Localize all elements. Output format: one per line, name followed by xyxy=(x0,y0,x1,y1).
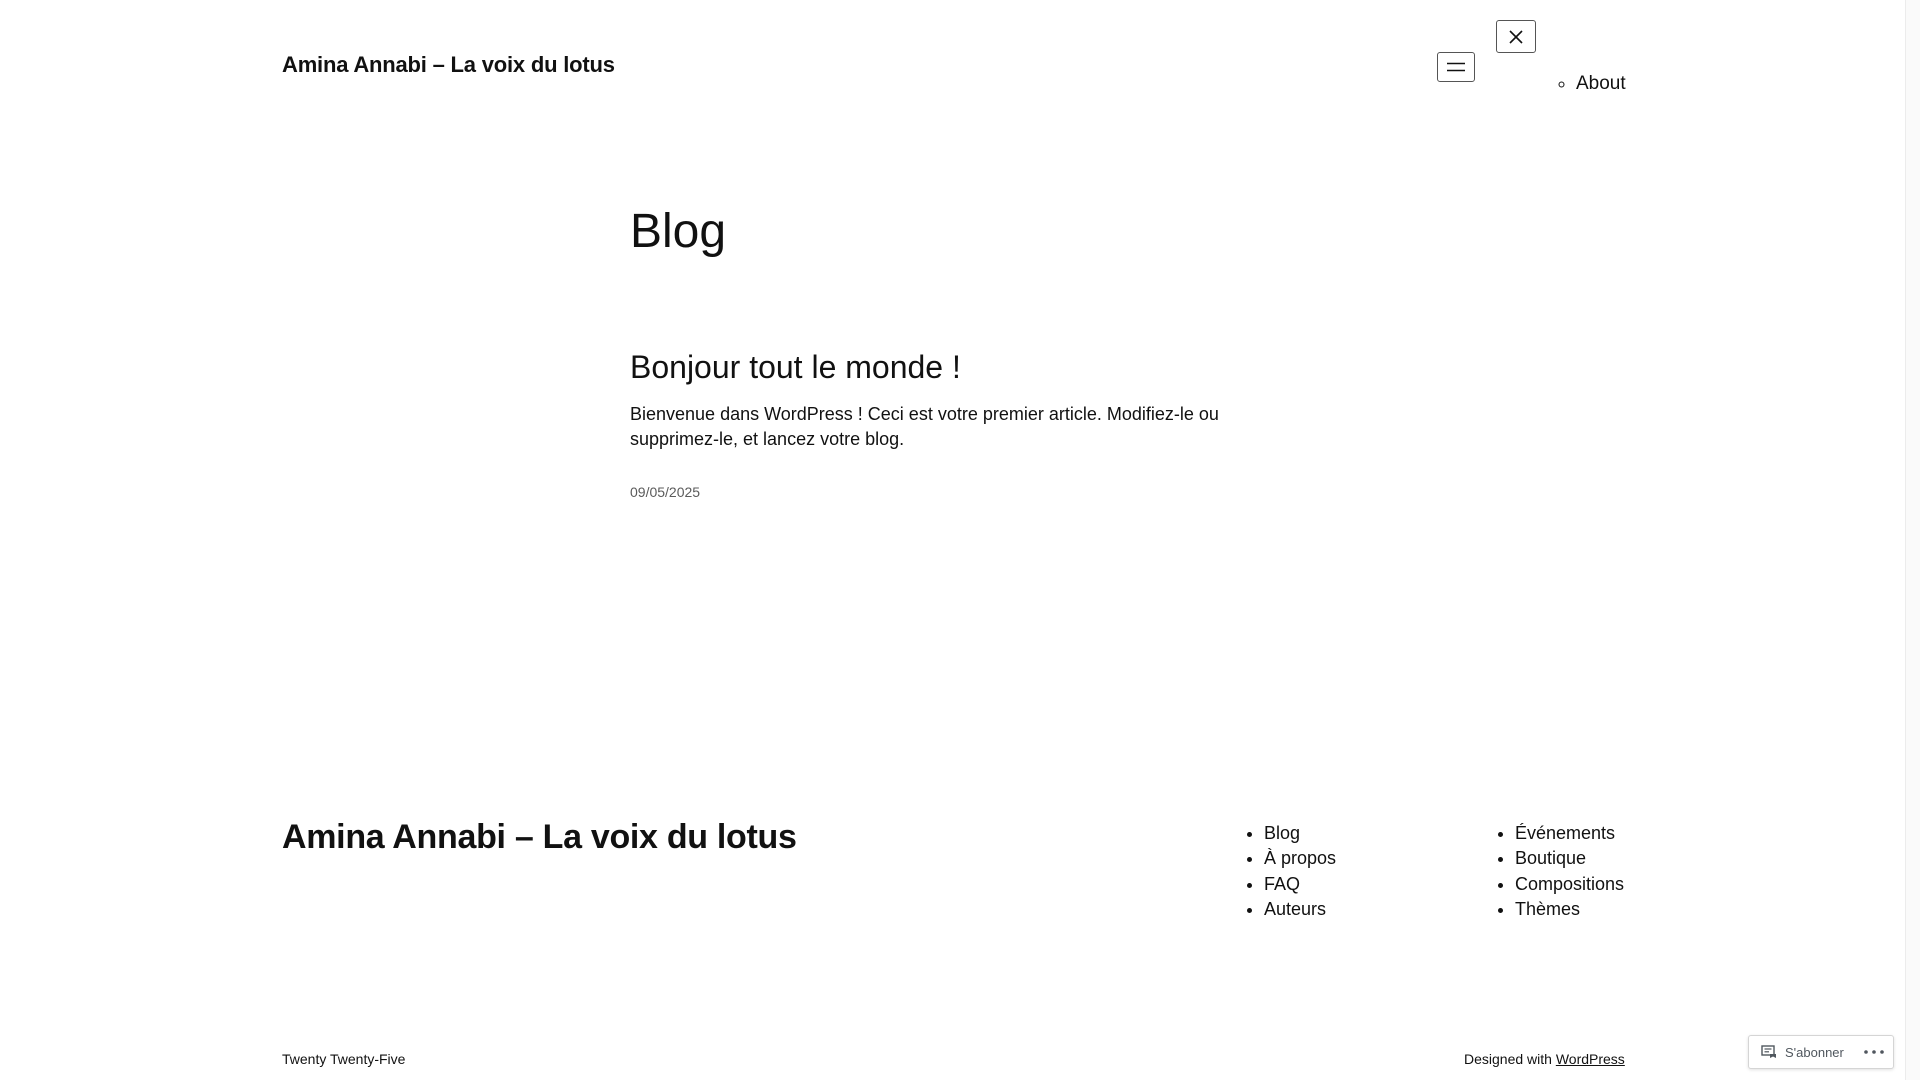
post-date[interactable]: 09/05/2025 xyxy=(630,484,700,500)
close-menu-button[interactable] xyxy=(1496,20,1536,53)
subscribe-label: S'abonner xyxy=(1785,1044,1844,1060)
footer-nav-item: Thèmes xyxy=(1515,897,1624,922)
page-title: Blog xyxy=(630,205,727,258)
reader-icon xyxy=(1761,1045,1776,1058)
site-title[interactable]: Amina Annabi – La voix du lotus xyxy=(282,52,615,78)
footer-nav-item: À propos xyxy=(1264,846,1336,871)
post-excerpt: Bienvenue dans WordPress ! Ceci est votr… xyxy=(630,404,1219,449)
designed-with-credit: Designed with WordPress xyxy=(1464,1051,1625,1067)
footer-site-title[interactable]: Amina Annabi – La voix du lotus xyxy=(282,818,797,857)
close-icon xyxy=(1509,29,1523,44)
post-title[interactable]: Bonjour tout le monde ! xyxy=(630,346,961,388)
wordpress-link[interactable]: WordPress xyxy=(1556,1051,1625,1067)
footer-link-a-propos[interactable]: À propos xyxy=(1264,848,1336,868)
footer-link-blog[interactable]: Blog xyxy=(1264,823,1300,843)
hamburger-icon xyxy=(1447,62,1465,72)
footer-link-faq[interactable]: FAQ xyxy=(1264,874,1300,894)
footer-nav-column-1: Blog À propos FAQ Auteurs xyxy=(1245,821,1336,922)
nav-link-about[interactable]: About xyxy=(1576,73,1626,94)
designed-with-text: Designed with xyxy=(1464,1051,1556,1067)
subscribe-button[interactable]: S'abonner xyxy=(1749,1036,1852,1068)
footer-link-evenements[interactable]: Événements xyxy=(1515,823,1615,843)
open-menu-button[interactable] xyxy=(1437,52,1475,82)
footer-link-themes[interactable]: Thèmes xyxy=(1515,899,1580,919)
ellipsis-icon xyxy=(1864,1050,1884,1054)
header-nav: About xyxy=(1555,72,1626,96)
footer-nav-item: Blog xyxy=(1264,821,1336,846)
more-options-button[interactable] xyxy=(1858,1036,1890,1068)
subscribe-widget: S'abonner xyxy=(1748,1035,1894,1069)
footer-nav-item: Compositions xyxy=(1515,872,1624,897)
theme-credit: Twenty Twenty-Five xyxy=(282,1051,406,1067)
footer-link-compositions[interactable]: Compositions xyxy=(1515,874,1624,894)
header-nav-item-about: About xyxy=(1576,72,1626,96)
footer-link-auteurs[interactable]: Auteurs xyxy=(1264,899,1326,919)
footer-nav-item: Auteurs xyxy=(1264,897,1336,922)
footer-nav-item: Événements xyxy=(1515,821,1624,846)
footer-nav-item: Boutique xyxy=(1515,846,1624,871)
footer-link-boutique[interactable]: Boutique xyxy=(1515,848,1586,868)
vertical-scrollbar[interactable] xyxy=(1905,0,1920,1080)
footer-nav-item: FAQ xyxy=(1264,872,1336,897)
footer-nav-column-2: Événements Boutique Compositions Thèmes xyxy=(1496,821,1624,922)
